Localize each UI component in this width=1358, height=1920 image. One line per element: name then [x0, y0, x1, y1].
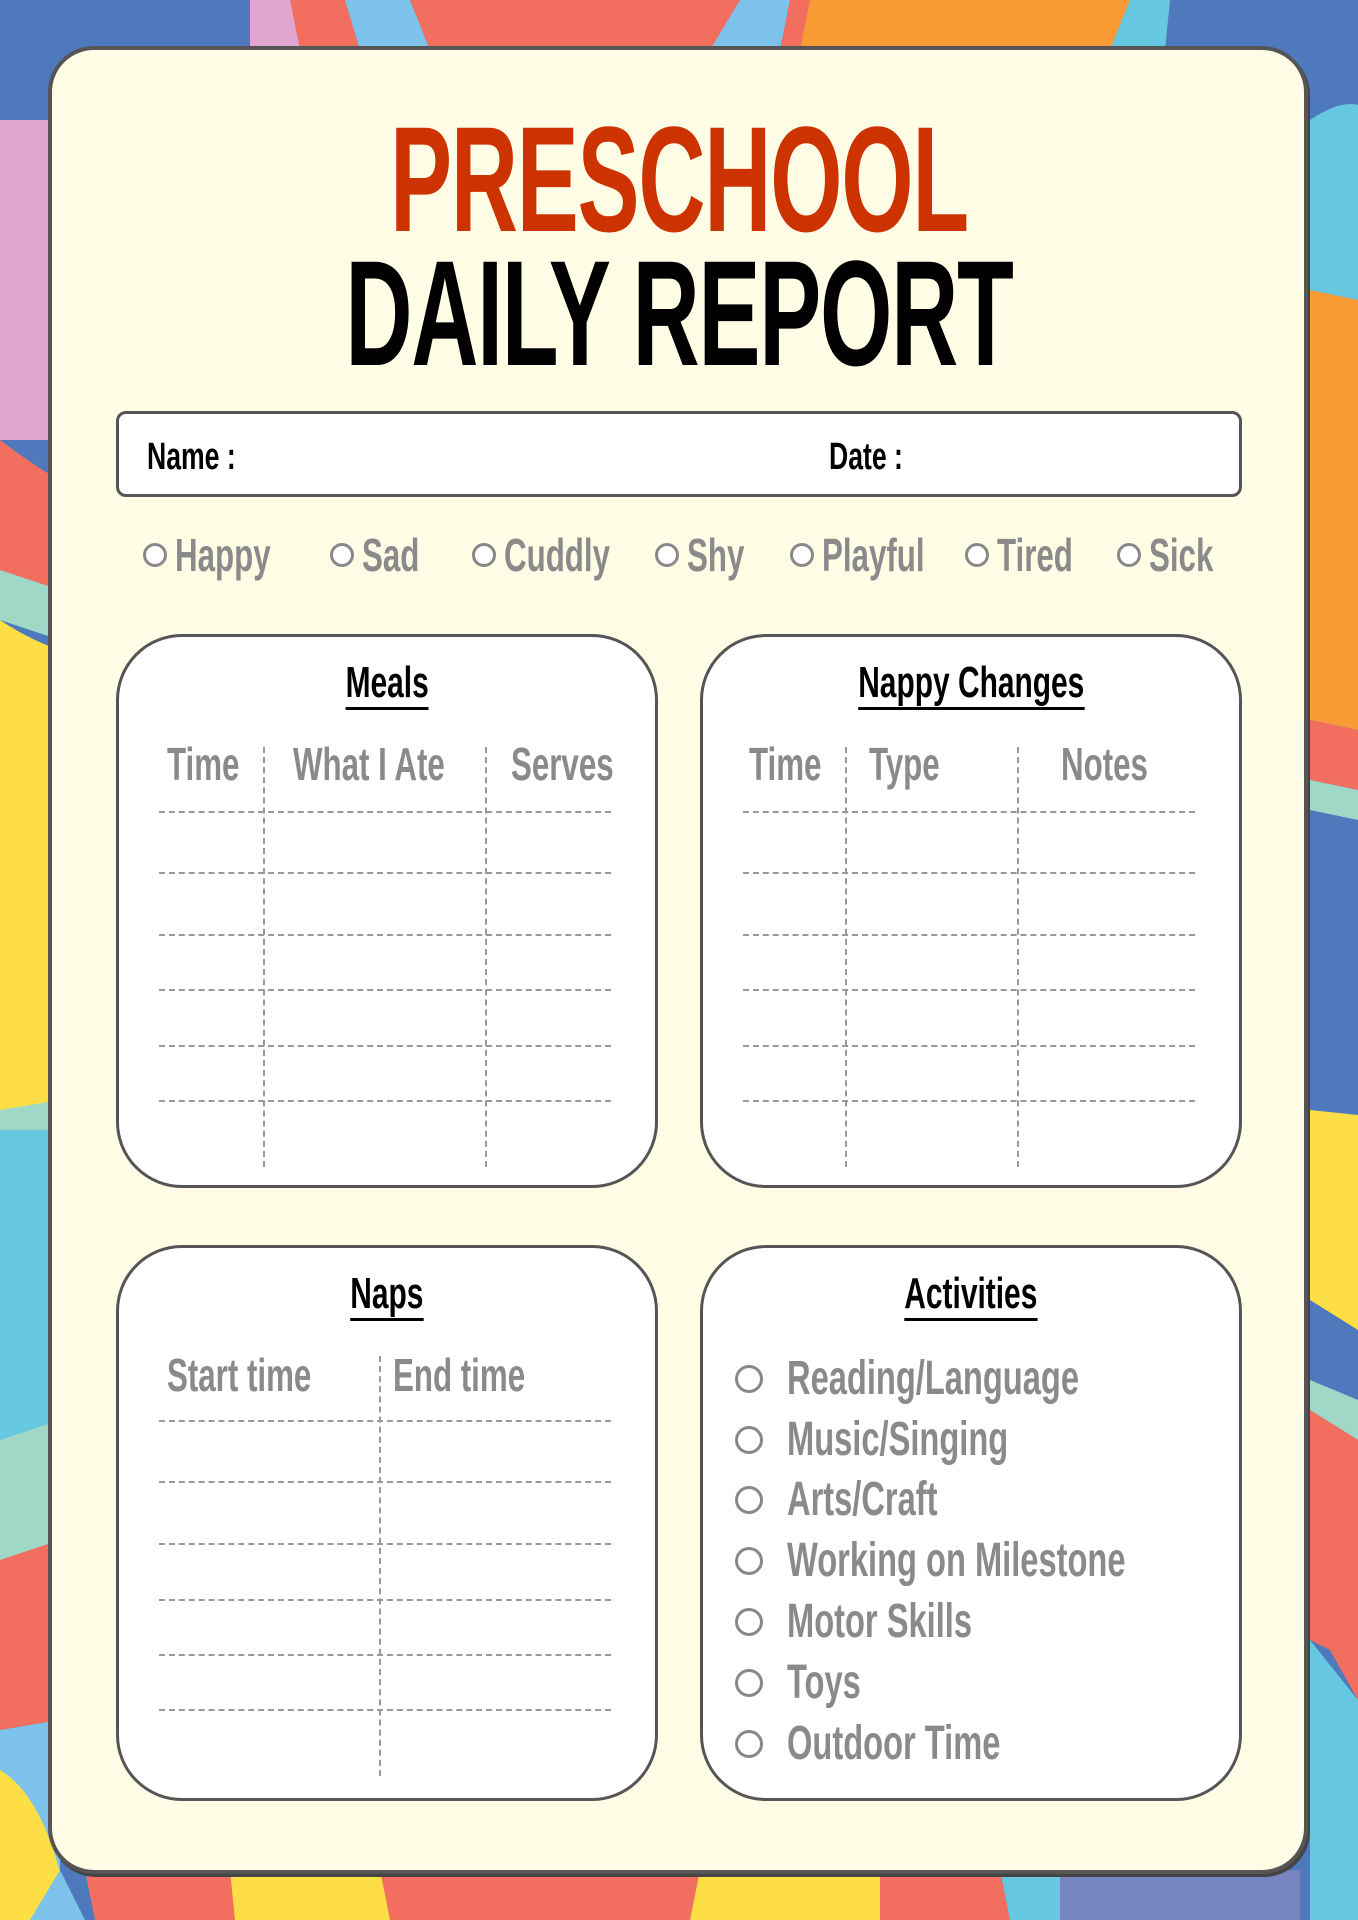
- radio-circle-icon[interactable]: [735, 1668, 763, 1697]
- meals-col-what-i-ate: What I Ate: [293, 738, 445, 790]
- radio-circle-icon[interactable]: [965, 543, 989, 567]
- activity-label: Reading/Language: [787, 1352, 1079, 1405]
- meals-col-serves: Serves: [511, 738, 614, 790]
- column-divider: [1017, 747, 1019, 1167]
- title-daily-report: DAILY REPORT: [345, 229, 1014, 397]
- row-divider: [159, 934, 611, 936]
- naps-col-end-time: End time: [393, 1349, 526, 1401]
- name-date-box: Name : Date :: [116, 411, 1242, 497]
- radio-circle-icon[interactable]: [735, 1729, 763, 1758]
- column-divider: [379, 1356, 381, 1776]
- activity-label: Music/Singing: [787, 1413, 1009, 1466]
- row-divider: [743, 1045, 1195, 1047]
- nappy-changes-panel: Nappy Changes Time Type Notes: [700, 634, 1242, 1188]
- meals-panel: Meals Time What I Ate Serves: [116, 634, 658, 1188]
- radio-circle-icon[interactable]: [143, 543, 167, 567]
- nappy-changes-title: Nappy Changes: [857, 659, 1085, 710]
- mood-option-happy[interactable]: Happy: [143, 528, 316, 582]
- mood-option-playful[interactable]: Playful: [790, 528, 973, 582]
- meals-col-time: Time: [167, 738, 240, 790]
- activity-toys[interactable]: Toys: [735, 1655, 895, 1710]
- mood-label: Tired: [997, 529, 1073, 581]
- mood-label: Cuddly: [504, 529, 611, 581]
- row-divider: [743, 1100, 1195, 1102]
- mood-option-tired[interactable]: Tired: [965, 528, 1109, 582]
- activity-reading-language[interactable]: Reading/Language: [735, 1351, 1216, 1406]
- mood-option-cuddly[interactable]: Cuddly: [472, 528, 660, 582]
- column-divider: [845, 747, 847, 1167]
- activities-title: Activities: [904, 1270, 1038, 1321]
- activity-working-on-milestone[interactable]: Working on Milestone: [735, 1533, 1285, 1588]
- date-field[interactable]: [919, 424, 1219, 484]
- row-divider: [159, 1709, 611, 1711]
- row-divider: [159, 1045, 611, 1047]
- row-divider: [159, 1599, 611, 1601]
- mood-options: Happy Sad Cuddly Shy Playful Tired Sick: [140, 528, 1240, 588]
- nappy-col-time: Time: [749, 738, 822, 790]
- naps-title: Naps: [350, 1270, 424, 1321]
- radio-circle-icon[interactable]: [790, 543, 814, 567]
- mood-option-sad[interactable]: Sad: [330, 528, 446, 582]
- row-divider: [159, 811, 611, 813]
- mood-label: Happy: [175, 529, 271, 581]
- row-divider: [159, 989, 611, 991]
- row-divider: [159, 1543, 611, 1545]
- column-divider: [263, 747, 265, 1167]
- activity-music-singing[interactable]: Music/Singing: [735, 1412, 1112, 1467]
- date-label: Date :: [829, 436, 903, 478]
- row-divider: [743, 811, 1195, 813]
- row-divider: [159, 1420, 611, 1422]
- mood-label: Sick: [1149, 529, 1214, 581]
- activity-outdoor-time[interactable]: Outdoor Time: [735, 1716, 1101, 1771]
- nappy-col-notes: Notes: [1061, 738, 1148, 790]
- mood-label: Playful: [822, 529, 925, 581]
- activity-arts-craft[interactable]: Arts/Craft: [735, 1472, 1008, 1527]
- mood-option-shy[interactable]: Shy: [655, 528, 771, 582]
- meals-title: Meals: [345, 659, 429, 710]
- activities-panel: Activities Reading/Language Music/Singin…: [700, 1245, 1242, 1801]
- radio-circle-icon[interactable]: [1117, 543, 1141, 567]
- row-divider: [159, 1654, 611, 1656]
- radio-circle-icon[interactable]: [735, 1425, 763, 1454]
- column-divider: [485, 747, 487, 1167]
- row-divider: [743, 934, 1195, 936]
- radio-circle-icon[interactable]: [735, 1364, 763, 1393]
- row-divider: [159, 872, 611, 874]
- mood-label: Sad: [362, 529, 420, 581]
- row-divider: [743, 872, 1195, 874]
- activity-label: Outdoor Time: [787, 1717, 1001, 1770]
- row-divider: [743, 989, 1195, 991]
- naps-col-start-time: Start time: [167, 1349, 312, 1401]
- nappy-col-type: Type: [869, 738, 940, 790]
- radio-circle-icon[interactable]: [735, 1485, 763, 1514]
- radio-circle-icon[interactable]: [330, 543, 354, 567]
- activity-motor-skills[interactable]: Motor Skills: [735, 1594, 1059, 1649]
- radio-circle-icon[interactable]: [472, 543, 496, 567]
- mood-option-sick[interactable]: Sick: [1117, 528, 1244, 582]
- name-field[interactable]: [239, 424, 799, 484]
- activity-label: Motor Skills: [787, 1595, 972, 1648]
- mood-label: Shy: [687, 529, 745, 581]
- radio-circle-icon[interactable]: [655, 543, 679, 567]
- row-divider: [159, 1481, 611, 1483]
- activity-label: Arts/Craft: [787, 1473, 938, 1526]
- radio-circle-icon[interactable]: [735, 1546, 763, 1575]
- radio-circle-icon[interactable]: [735, 1607, 763, 1636]
- name-label: Name :: [147, 436, 236, 478]
- activity-label: Working on Milestone: [787, 1534, 1126, 1587]
- row-divider: [159, 1100, 611, 1102]
- activity-label: Toys: [787, 1656, 861, 1709]
- naps-panel: Naps Start time End time: [116, 1245, 658, 1801]
